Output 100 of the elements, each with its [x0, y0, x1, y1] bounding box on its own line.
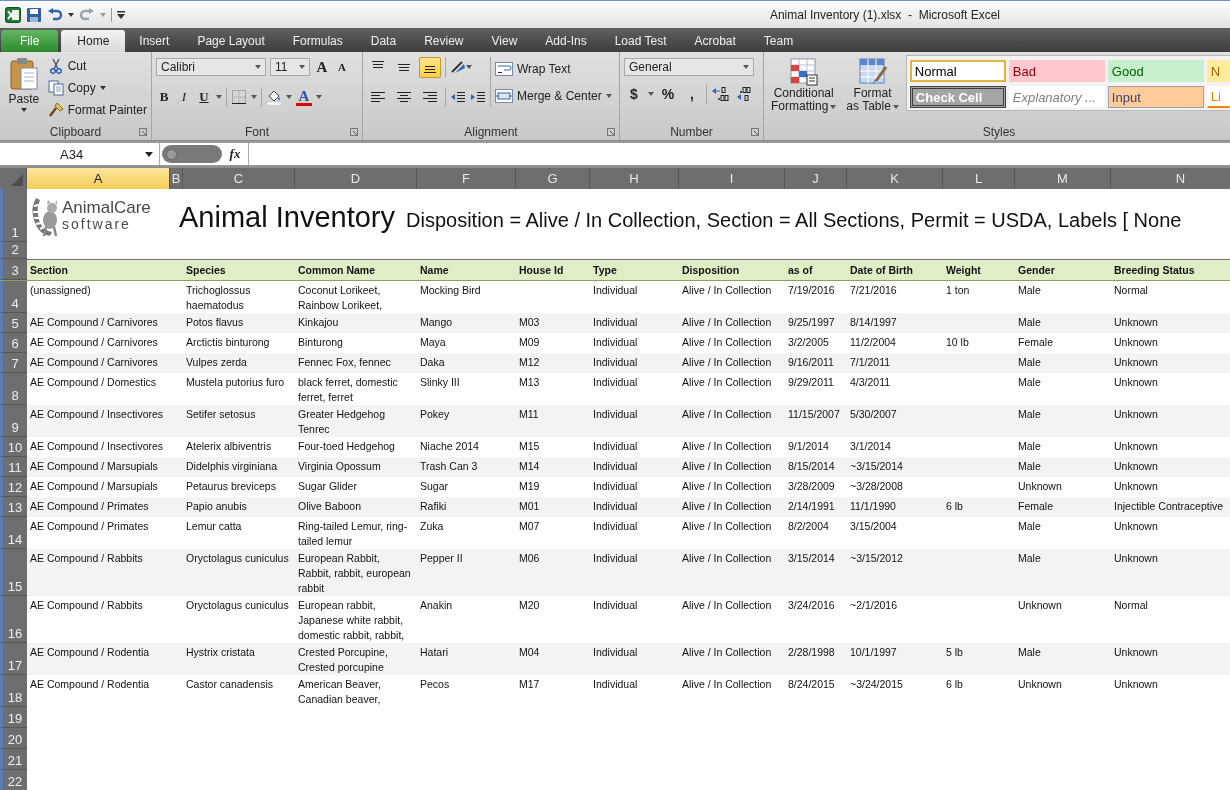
undo-icon[interactable]: [47, 7, 63, 22]
column-header[interactable]: J: [785, 168, 847, 189]
ribbon-tab[interactable]: Load Test: [600, 30, 681, 52]
merge-center-button[interactable]: Merge & Center: [495, 86, 612, 105]
row-header[interactable]: 17: [0, 643, 27, 675]
ribbon-tab[interactable]: View: [477, 30, 532, 52]
row-header[interactable]: 2: [0, 242, 27, 259]
formula-bar-handle[interactable]: [162, 145, 222, 163]
currency-button[interactable]: $: [624, 84, 644, 104]
row-header[interactable]: 5: [0, 313, 27, 333]
column-header[interactable]: K: [847, 168, 943, 189]
column-header[interactable]: G: [516, 168, 590, 189]
cell-style-option[interactable]: Good: [1107, 60, 1204, 82]
cell-style-option[interactable]: Check Cell: [909, 86, 1006, 108]
font-color-button[interactable]: A: [296, 88, 312, 106]
borders-icon[interactable]: [231, 89, 247, 105]
decrease-indent-icon[interactable]: [450, 90, 466, 104]
bottom-align-button[interactable]: [419, 56, 441, 78]
ribbon-tab[interactable]: Acrobat: [680, 30, 750, 52]
row-header[interactable]: 15: [0, 549, 27, 596]
copy-button[interactable]: Copy: [47, 78, 147, 97]
column-header[interactable]: C: [183, 168, 295, 189]
fill-color-icon[interactable]: [266, 89, 282, 105]
format-painter-button[interactable]: Format Painter: [47, 100, 147, 119]
font-family-dropdown[interactable]: Calibri: [156, 58, 266, 76]
row-header[interactable]: 11: [0, 457, 27, 477]
row-header[interactable]: 13: [0, 497, 27, 517]
column-header[interactable]: M: [1015, 168, 1111, 189]
row-header[interactable]: 20: [0, 728, 27, 749]
row-header[interactable]: 16: [0, 596, 27, 643]
cell-style-option[interactable]: N: [1206, 60, 1230, 82]
row-header[interactable]: 12: [0, 477, 27, 497]
font-size-dropdown[interactable]: 11: [270, 58, 310, 76]
column-header[interactable]: D: [295, 168, 417, 189]
row-header[interactable]: 18: [0, 675, 27, 707]
shrink-font-button[interactable]: A: [334, 57, 350, 77]
increase-decimal-icon[interactable]: [711, 87, 729, 101]
row-header[interactable]: 19: [0, 707, 27, 728]
caret-icon[interactable]: [216, 95, 222, 99]
row-header[interactable]: 14: [0, 517, 27, 549]
column-header[interactable]: F: [417, 168, 516, 189]
ribbon-tab[interactable]: Formulas: [278, 30, 357, 52]
column-header[interactable]: H: [590, 168, 679, 189]
comma-style-button[interactable]: ,: [682, 84, 702, 104]
paste-button[interactable]: Paste: [4, 55, 44, 123]
wrap-text-button[interactable]: Wrap Text: [495, 59, 612, 78]
ribbon-tab[interactable]: Home: [61, 30, 126, 52]
cell-style-option[interactable]: Bad: [1008, 60, 1105, 82]
percent-button[interactable]: %: [658, 84, 678, 104]
cell-style-option[interactable]: Normal: [909, 60, 1006, 82]
dialog-launcher-icon[interactable]: [350, 127, 358, 136]
ribbon-tab[interactable]: Add-Ins: [531, 30, 601, 52]
text-orientation-icon[interactable]: [450, 60, 472, 74]
increase-indent-icon[interactable]: [470, 90, 486, 104]
bold-button[interactable]: B: [156, 87, 172, 107]
customize-toolbar-icon[interactable]: [117, 10, 125, 19]
insert-function-button[interactable]: fx: [222, 146, 248, 162]
ribbon-tab[interactable]: Insert: [125, 30, 184, 52]
italic-button[interactable]: I: [176, 87, 192, 107]
cell-style-option[interactable]: Explanatory ...: [1008, 86, 1105, 108]
file-menu-button[interactable]: File: [1, 30, 59, 52]
caret-icon: [145, 151, 153, 157]
conditional-formatting-button[interactable]: Conditional Formatting: [768, 55, 840, 123]
number-format-dropdown[interactable]: General: [624, 58, 754, 76]
row-header[interactable]: 10: [0, 437, 27, 457]
grow-font-button[interactable]: A: [314, 57, 330, 77]
caret-icon[interactable]: [286, 95, 292, 99]
row-header[interactable]: 6: [0, 333, 27, 353]
column-header[interactable]: I: [679, 168, 785, 189]
row-header[interactable]: 7: [0, 353, 27, 373]
column-header[interactable]: A: [27, 168, 170, 189]
ribbon-tab[interactable]: Page Layout: [183, 30, 279, 52]
row-header[interactable]: 8: [0, 373, 27, 405]
dialog-launcher-icon[interactable]: [751, 127, 759, 136]
column-header[interactable]: L: [943, 168, 1015, 189]
row-header[interactable]: 9: [0, 405, 27, 437]
ribbon-tab[interactable]: Review: [410, 30, 478, 52]
cell-style-option[interactable]: Input: [1107, 86, 1204, 108]
ribbon-tab[interactable]: Data: [356, 30, 411, 52]
row-header[interactable]: 4: [0, 281, 27, 313]
spreadsheet-app-icon[interactable]: [5, 6, 21, 23]
caret-icon[interactable]: [68, 12, 74, 17]
cell-style-option[interactable]: Li: [1206, 86, 1230, 108]
underline-button[interactable]: U: [196, 87, 212, 107]
caret-icon[interactable]: [316, 95, 322, 99]
column-header[interactable]: N: [1111, 168, 1230, 189]
row-header[interactable]: 22: [0, 770, 27, 790]
dialog-launcher-icon[interactable]: [607, 127, 615, 136]
row-header[interactable]: 1: [0, 189, 27, 242]
save-icon[interactable]: [26, 6, 42, 23]
cut-button[interactable]: Cut: [47, 56, 147, 75]
ribbon-tab[interactable]: Team: [749, 30, 808, 52]
name-box[interactable]: A34: [0, 143, 160, 165]
caret-icon[interactable]: [251, 95, 257, 99]
format-as-table-button[interactable]: Format as Table: [843, 55, 902, 123]
caret-icon[interactable]: [648, 92, 654, 96]
row-header[interactable]: 3: [0, 260, 27, 280]
row-header[interactable]: 21: [0, 749, 27, 770]
dialog-launcher-icon[interactable]: [139, 127, 147, 136]
column-header[interactable]: B: [170, 168, 183, 189]
